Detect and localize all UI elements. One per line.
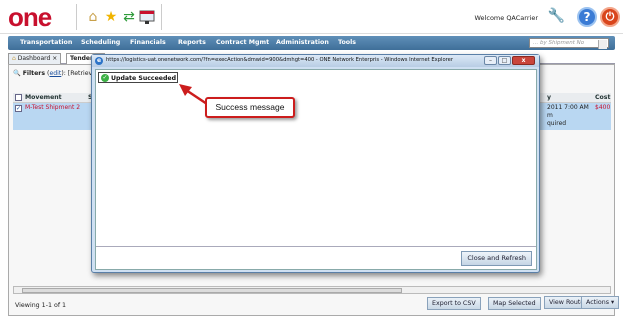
- row-checkbox[interactable]: ✓: [15, 105, 22, 112]
- col-cost[interactable]: Cost: [595, 94, 610, 101]
- nav-contract-mgmt[interactable]: Contract Mgmt: [216, 36, 269, 50]
- filters-edit-link[interactable]: edit: [49, 70, 61, 77]
- magnifier-icon: 🔍: [13, 70, 21, 77]
- horizontal-scrollbar[interactable]: [13, 286, 611, 294]
- success-message-box: ✓ Update Succeeded: [98, 72, 178, 83]
- one-logo[interactable]: one: [8, 3, 52, 31]
- nav-reports[interactable]: Reports: [178, 36, 206, 50]
- date-cell-line2: m: [547, 112, 553, 119]
- date-cell-line3: quired: [547, 120, 567, 127]
- search-placeholder: ... by Shipment No: [533, 40, 585, 46]
- tab-label: Dashboard: [17, 55, 51, 62]
- select-all-checkbox[interactable]: [15, 94, 22, 101]
- header-divider: [76, 4, 77, 30]
- home-icon[interactable]: ⌂: [84, 8, 102, 26]
- home-tab-icon: ⌂: [12, 55, 16, 62]
- popup-title: https://logistics-uat.onenetwork.com/?fn…: [106, 57, 453, 63]
- close-and-refresh-button[interactable]: Close and Refresh: [461, 251, 532, 266]
- ie-popup-window: e https://logistics-uat.onenetwork.com/?…: [91, 54, 540, 273]
- map-selected-button[interactable]: Map Selected: [488, 297, 541, 310]
- close-window-button[interactable]: x: [512, 56, 535, 65]
- welcome-text: Welcome QACarrier: [474, 14, 538, 22]
- search-icon[interactable]: [598, 40, 607, 49]
- filters-bar: 🔍 Filters (edit): [Retriev: [13, 70, 93, 77]
- movement-link[interactable]: M-Test Shipment 2: [25, 104, 80, 111]
- success-message-callout: Success message: [205, 97, 295, 118]
- nav-financials[interactable]: Financials: [130, 36, 166, 50]
- actions-button[interactable]: Actions ▾: [581, 296, 620, 309]
- popup-divider: [96, 246, 536, 247]
- date-cell: 2011 7:00 AM: [547, 104, 589, 111]
- refresh-arrows-icon[interactable]: ⇄: [120, 8, 138, 26]
- viewing-count: Viewing 1-1 of 1: [15, 302, 67, 309]
- nav-tools[interactable]: Tools: [338, 36, 356, 50]
- favorites-star-icon[interactable]: ★: [102, 8, 120, 26]
- cost-cell: $400: [595, 104, 611, 111]
- filters-label: Filters: [22, 70, 46, 77]
- popup-body: ✓ Update Succeeded Close and Refresh: [95, 69, 537, 270]
- app-header: one ⌂ ★ ⇄ Welcome QACarrier 🔧 ? ⏻: [0, 0, 623, 34]
- nav-administration[interactable]: Administration: [276, 36, 329, 50]
- minimize-button[interactable]: –: [484, 56, 497, 65]
- popup-titlebar[interactable]: e https://logistics-uat.onenetwork.com/?…: [92, 55, 539, 67]
- export-csv-button[interactable]: Export to CSV: [427, 297, 481, 310]
- success-message: Update Succeeded: [111, 75, 177, 82]
- wrench-tools-icon[interactable]: 🔧: [548, 8, 565, 24]
- nav-transportation[interactable]: Transportation: [20, 36, 72, 50]
- help-icon[interactable]: ?: [577, 7, 597, 27]
- filters-value: [Retriev: [67, 70, 93, 77]
- col-movement[interactable]: Movement: [25, 94, 62, 101]
- col-date[interactable]: y: [547, 94, 551, 101]
- logout-power-icon[interactable]: ⏻: [600, 7, 620, 27]
- ie-icon: e: [95, 57, 103, 65]
- nav-scheduling[interactable]: Scheduling: [81, 36, 120, 50]
- main-nav: Transportation Scheduling Financials Rep…: [8, 36, 615, 50]
- header-divider: [161, 4, 162, 30]
- scrollbar-thumb[interactable]: [22, 288, 402, 293]
- tab-dashboard[interactable]: ⌂ Dashboard ×: [8, 53, 62, 64]
- shipment-search-input[interactable]: ... by Shipment No: [529, 38, 609, 49]
- tab-close-icon[interactable]: ×: [52, 55, 57, 62]
- maximize-button[interactable]: □: [498, 56, 511, 65]
- success-check-icon: ✓: [101, 74, 109, 82]
- window-list-icon[interactable]: [138, 8, 156, 26]
